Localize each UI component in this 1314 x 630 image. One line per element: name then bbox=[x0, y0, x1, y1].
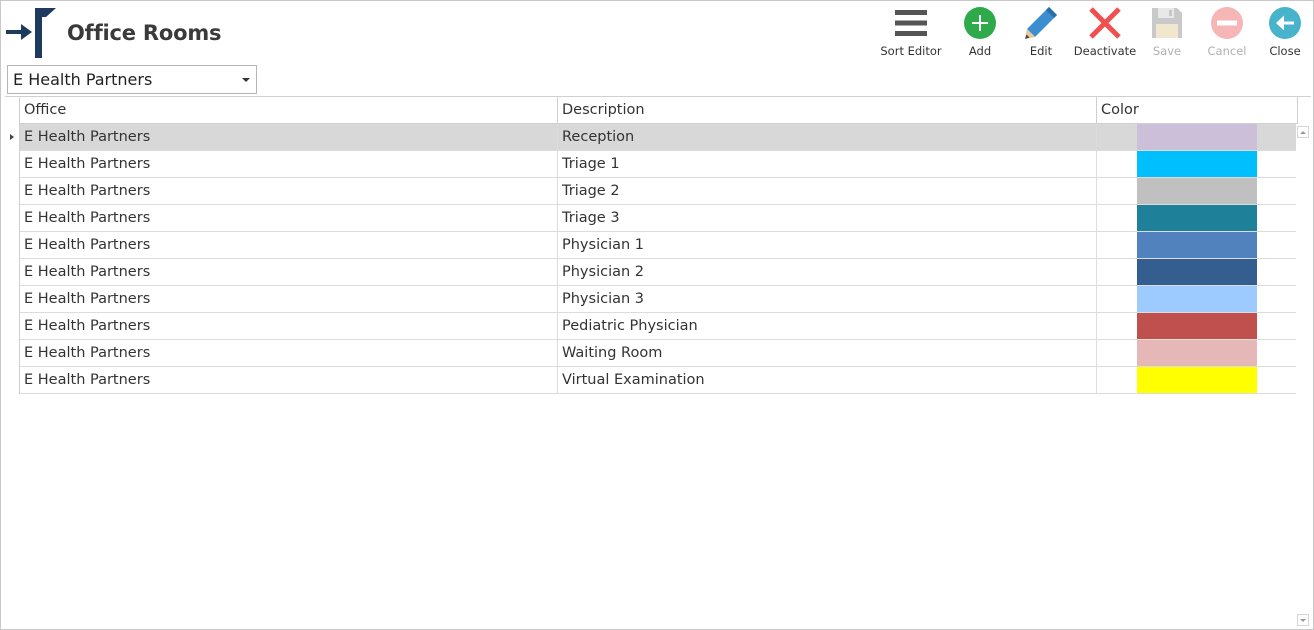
window-frame: Office Rooms Sort Editor Add Edit Deacti… bbox=[0, 0, 1314, 630]
cancel-button[interactable]: Cancel bbox=[1207, 5, 1247, 61]
description-cell[interactable]: Reception bbox=[558, 124, 1097, 150]
description-cell[interactable]: Triage 2 bbox=[558, 178, 1097, 204]
plus-circle-icon bbox=[962, 5, 998, 41]
office-cell[interactable]: E Health Partners bbox=[20, 367, 558, 393]
description-cell[interactable]: Physician 3 bbox=[558, 286, 1097, 312]
office-dropdown[interactable]: E Health Partners bbox=[7, 65, 257, 94]
description-cell[interactable]: Physician 2 bbox=[558, 259, 1097, 285]
color-swatch[interactable] bbox=[1137, 205, 1257, 231]
table-row[interactable]: E Health Partners Pediatric Physician bbox=[20, 313, 1297, 340]
edit-label: Edit bbox=[1029, 44, 1053, 58]
cancel-label: Cancel bbox=[1207, 44, 1247, 58]
deactivate-label: Deactivate bbox=[1073, 44, 1137, 58]
chevron-down-icon bbox=[242, 78, 250, 82]
table-row[interactable]: E Health Partners Triage 2 bbox=[20, 178, 1297, 205]
add-label: Add bbox=[968, 44, 992, 58]
current-row-indicator-icon bbox=[10, 134, 14, 140]
close-button[interactable]: Close bbox=[1265, 5, 1305, 61]
office-cell[interactable]: E Health Partners bbox=[20, 340, 558, 366]
floppy-disk-icon bbox=[1149, 5, 1185, 41]
color-swatch[interactable] bbox=[1137, 124, 1257, 150]
description-cell[interactable]: Physician 1 bbox=[558, 232, 1097, 258]
back-arrow-circle-icon bbox=[1267, 5, 1303, 41]
office-dropdown-value: E Health Partners bbox=[13, 70, 153, 89]
color-swatch[interactable] bbox=[1137, 178, 1257, 204]
description-cell[interactable]: Pediatric Physician bbox=[558, 313, 1097, 339]
sort-editor-label: Sort Editor bbox=[880, 44, 942, 58]
deactivate-button[interactable]: Deactivate bbox=[1073, 5, 1137, 61]
description-cell[interactable]: Triage 3 bbox=[558, 205, 1097, 231]
table-row[interactable]: E Health Partners Physician 3 bbox=[20, 286, 1297, 313]
office-cell[interactable]: E Health Partners bbox=[20, 178, 558, 204]
pencil-icon bbox=[1023, 5, 1059, 41]
minus-circle-icon bbox=[1209, 5, 1245, 41]
page-title: Office Rooms bbox=[67, 21, 222, 45]
office-cell[interactable]: E Health Partners bbox=[20, 286, 558, 312]
color-swatch[interactable] bbox=[1137, 259, 1257, 285]
column-header-color[interactable]: Color bbox=[1097, 97, 1298, 124]
color-swatch[interactable] bbox=[1137, 313, 1257, 339]
office-cell[interactable]: E Health Partners bbox=[20, 232, 558, 258]
column-header-description[interactable]: Description bbox=[558, 97, 1097, 124]
description-cell[interactable]: Triage 1 bbox=[558, 151, 1097, 177]
entry-arrow-logo-icon bbox=[6, 7, 58, 59]
color-swatch[interactable] bbox=[1137, 340, 1257, 366]
office-cell[interactable]: E Health Partners bbox=[20, 259, 558, 285]
scroll-down-icon[interactable] bbox=[1297, 614, 1309, 626]
description-cell[interactable]: Waiting Room bbox=[558, 340, 1097, 366]
office-cell[interactable]: E Health Partners bbox=[20, 151, 558, 177]
color-swatch[interactable] bbox=[1137, 151, 1257, 177]
close-label: Close bbox=[1269, 44, 1301, 58]
office-rooms-grid: Office Description Color E Health Partne… bbox=[5, 96, 1311, 629]
table-row[interactable]: E Health Partners Physician 2 bbox=[20, 259, 1297, 286]
edit-button[interactable]: Edit bbox=[1021, 5, 1061, 61]
column-header-office[interactable]: Office bbox=[20, 97, 558, 124]
grid-rows: E Health Partners Reception E Health Partn… bbox=[20, 124, 1297, 394]
hamburger-menu-icon bbox=[893, 5, 929, 41]
red-x-icon bbox=[1087, 5, 1123, 41]
table-row[interactable]: E Health Partners Triage 1 bbox=[20, 151, 1297, 178]
table-row[interactable]: E Health Partners Waiting Room bbox=[20, 340, 1297, 367]
color-swatch[interactable] bbox=[1137, 232, 1257, 258]
save-button[interactable]: Save bbox=[1147, 5, 1187, 61]
color-swatch[interactable] bbox=[1137, 367, 1257, 393]
office-cell[interactable]: E Health Partners bbox=[20, 124, 558, 150]
add-button[interactable]: Add bbox=[960, 5, 1000, 61]
save-label: Save bbox=[1152, 44, 1182, 58]
color-swatch[interactable] bbox=[1137, 286, 1257, 312]
table-row[interactable]: E Health Partners Reception bbox=[20, 124, 1297, 151]
sort-editor-button[interactable]: Sort Editor bbox=[880, 5, 942, 61]
row-indicator-column bbox=[5, 97, 20, 394]
vertical-scrollbar[interactable] bbox=[1296, 124, 1310, 628]
office-cell[interactable]: E Health Partners bbox=[20, 313, 558, 339]
office-cell[interactable]: E Health Partners bbox=[20, 205, 558, 231]
table-row[interactable]: E Health Partners Physician 1 bbox=[20, 232, 1297, 259]
scroll-up-icon[interactable] bbox=[1297, 126, 1309, 138]
description-cell[interactable]: Virtual Examination bbox=[558, 367, 1097, 393]
table-row[interactable]: E Health Partners Virtual Examination bbox=[20, 367, 1297, 394]
table-row[interactable]: E Health Partners Triage 3 bbox=[20, 205, 1297, 232]
